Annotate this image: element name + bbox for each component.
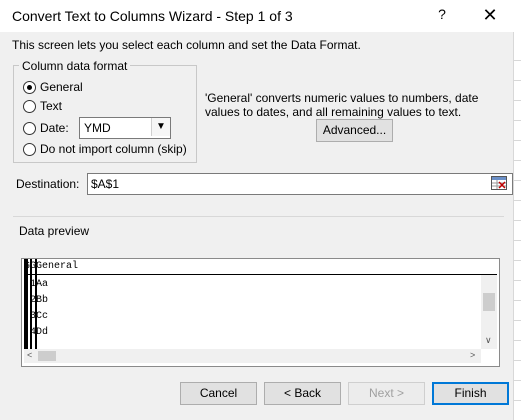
preview-line: 3Cc <box>30 311 49 322</box>
intro-text: This screen lets you select each column … <box>12 38 361 52</box>
chevron-down-icon[interactable]: ∨ <box>485 335 492 346</box>
destination-label: Destination: <box>16 177 80 191</box>
preview-line: 1Aa <box>30 279 49 290</box>
scroll-thumb[interactable] <box>483 293 495 311</box>
close-button[interactable]: ✕ <box>478 5 502 27</box>
date-format-value: YMD <box>84 121 111 135</box>
spreadsheet-background <box>513 32 521 420</box>
data-preview[interactable]: GGGeneral 1Aa 2Bb 3Cc 4Dd ∨ < > <box>21 258 500 367</box>
radio-date-label: Date: <box>40 121 69 135</box>
window-title: Convert Text to Columns Wizard - Step 1 … <box>12 8 293 24</box>
chevron-right-icon[interactable]: > <box>470 350 475 360</box>
advanced-button[interactable]: Advanced... <box>316 119 393 142</box>
column-marker[interactable] <box>24 259 28 349</box>
back-button[interactable]: < Back <box>264 382 341 405</box>
date-format-select[interactable]: YMD ▼ <box>79 117 171 139</box>
chevron-down-icon[interactable]: ▼ <box>151 118 170 136</box>
format-explanation: 'General' converts numeric values to num… <box>205 91 479 119</box>
destination-value: $A$1 <box>91 177 120 191</box>
preview-lines: 1Aa 2Bb 3Cc 4Dd <box>30 277 48 341</box>
radio-skip-label: Do not import column (skip) <box>40 142 187 156</box>
preview-header: GGGeneral <box>24 261 497 275</box>
radio-text-label: Text <box>40 99 63 113</box>
chevron-left-icon[interactable]: < <box>27 350 32 360</box>
radio-general-label: General <box>40 80 83 94</box>
scroll-thumb[interactable] <box>38 351 56 361</box>
next-button[interactable]: Next > <box>348 382 425 405</box>
vertical-scrollbar[interactable]: ∨ <box>481 275 497 349</box>
preview-line: 4Dd <box>30 327 49 338</box>
radio-icon[interactable] <box>23 100 36 113</box>
column-format-legend: Column data format <box>19 59 131 73</box>
radio-icon[interactable] <box>23 143 36 156</box>
radio-selected-icon[interactable] <box>23 81 36 94</box>
preview-label: Data preview <box>19 224 90 238</box>
help-button[interactable]: ? <box>430 6 454 26</box>
cancel-button[interactable]: Cancel <box>180 382 257 405</box>
finish-button[interactable]: Finish <box>432 382 509 405</box>
preview-line: 2Bb <box>30 295 49 306</box>
destination-input[interactable]: $A$1 <box>87 173 513 195</box>
horizontal-scrollbar[interactable]: < > <box>24 349 481 363</box>
range-select-icon[interactable] <box>491 176 507 190</box>
title-bar: Convert Text to Columns Wizard - Step 1 … <box>0 0 521 32</box>
radio-icon[interactable] <box>23 122 36 135</box>
